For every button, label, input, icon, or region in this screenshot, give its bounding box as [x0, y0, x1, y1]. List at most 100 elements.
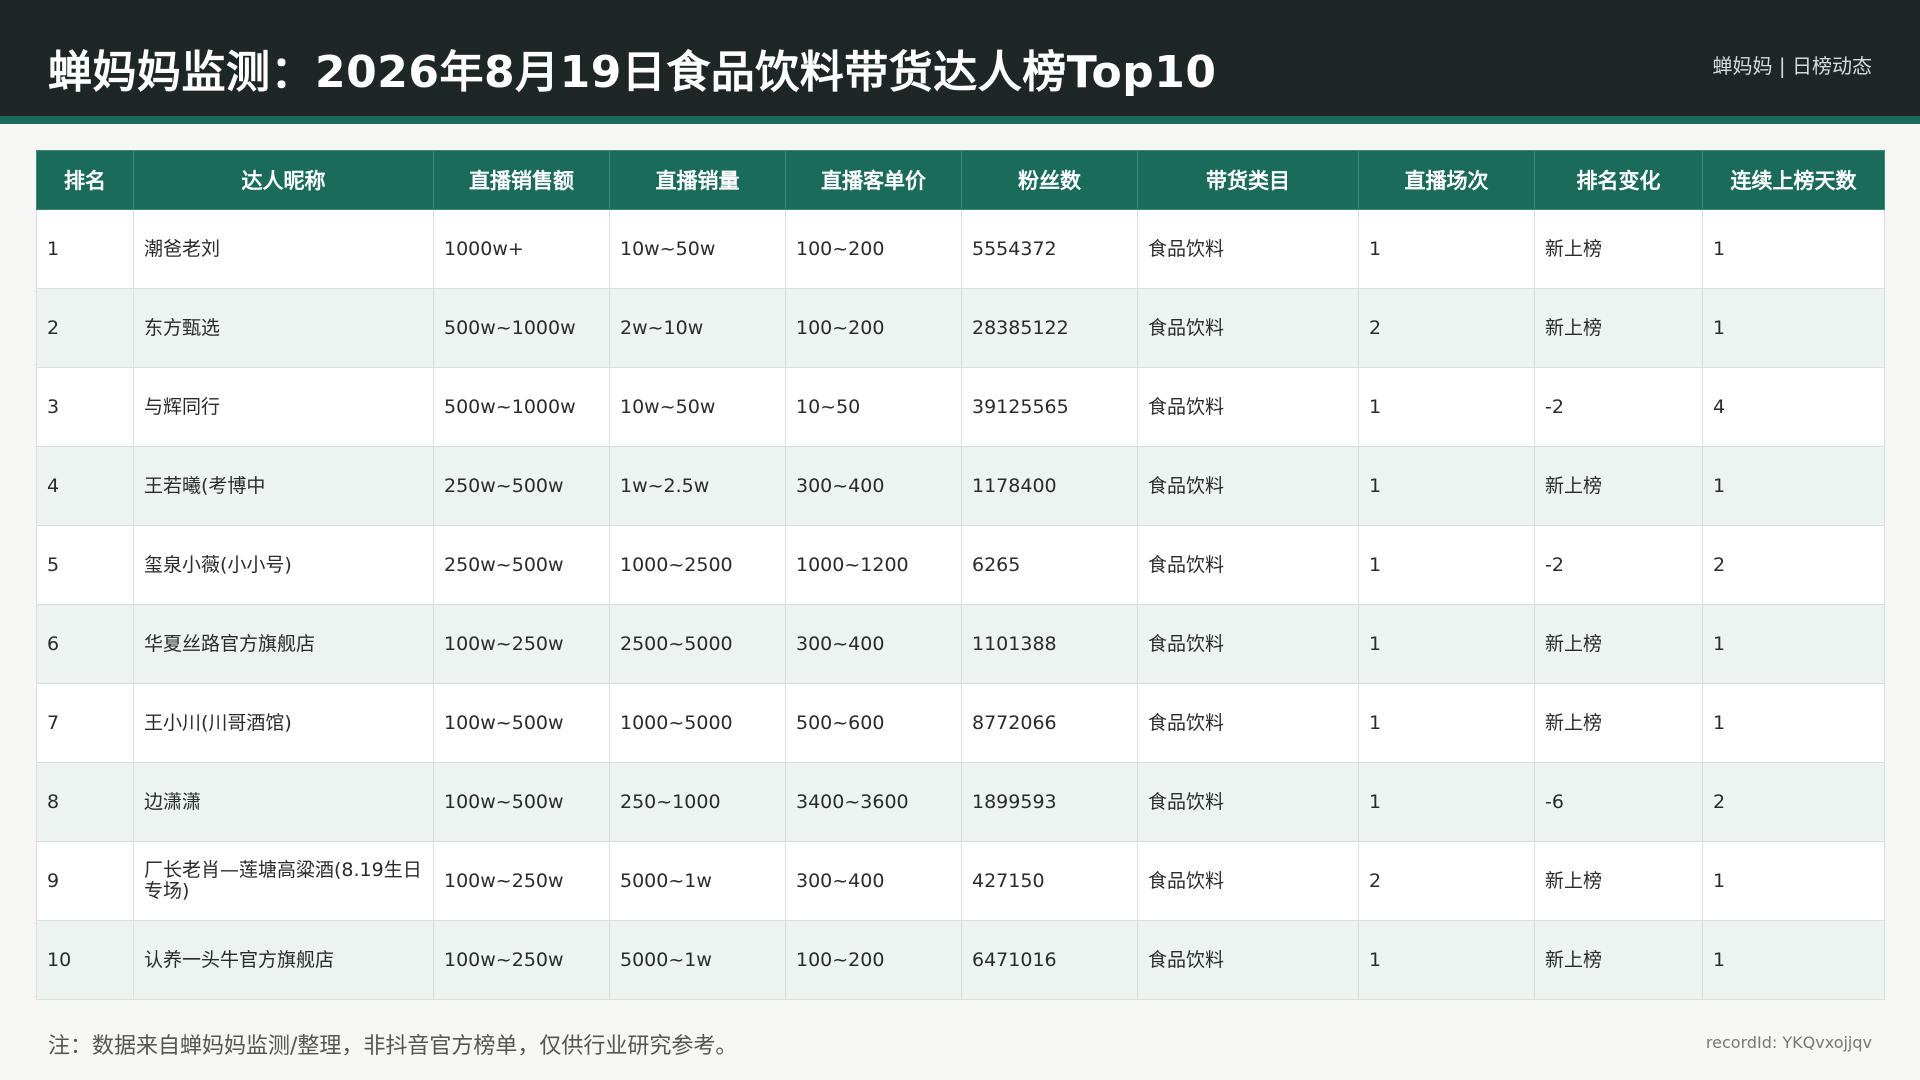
table-cell: 新上榜 [1534, 446, 1703, 526]
table-cell: 1 [1358, 367, 1535, 447]
table-cell: 1 [1702, 841, 1885, 921]
table-cell: 10w~50w [609, 367, 786, 447]
table-cell: 300~400 [785, 841, 962, 921]
table-cell: 100w~500w [433, 762, 610, 842]
table-cell: 1000~5000 [609, 683, 786, 763]
table-cell: 100w~250w [433, 920, 610, 1000]
table-cell: 100w~250w [433, 841, 610, 921]
table-cell: 100~200 [785, 920, 962, 1000]
table-cell: 500w~1000w [433, 288, 610, 368]
table-cell: 1 [36, 209, 134, 289]
table-cell: 6 [36, 604, 134, 684]
column-header: 直播场次 [1358, 150, 1535, 210]
table-cell: -2 [1534, 367, 1703, 447]
table-cell: 边潇潇 [133, 762, 434, 842]
table-cell: 2500~5000 [609, 604, 786, 684]
table-cell: 1000~1200 [785, 525, 962, 605]
table-cell: 1 [1358, 525, 1535, 605]
table-cell: 新上榜 [1534, 841, 1703, 921]
table-cell: 1899593 [961, 762, 1138, 842]
table-cell: 500~600 [785, 683, 962, 763]
table-cell: 10w~50w [609, 209, 786, 289]
table-row: 6 华夏丝路官方旗舰店 100w~250w 2500~5000 300~400 … [36, 604, 1885, 684]
table-cell: 100w~500w [433, 683, 610, 763]
table-cell: 500w~1000w [433, 367, 610, 447]
column-header: 排名 [36, 150, 134, 210]
table-cell: 厂长老肖—莲塘高粱酒(8.19生日专场) [133, 841, 434, 921]
ranking-table-container: 排名 达人昵称 直播销售额 直播销量 直播客单价 粉丝数 带货类目 直播场次 排… [36, 150, 1885, 1000]
table-row: 8 边潇潇 100w~500w 250~1000 3400~3600 18995… [36, 762, 1885, 842]
table-cell: 3 [36, 367, 134, 447]
table-cell: 1101388 [961, 604, 1138, 684]
column-header: 连续上榜天数 [1702, 150, 1885, 210]
table-cell: 9 [36, 841, 134, 921]
table-cell: 与辉同行 [133, 367, 434, 447]
table-cell: 2w~10w [609, 288, 786, 368]
table-row: 3 与辉同行 500w~1000w 10w~50w 10~50 39125565… [36, 367, 1885, 447]
table-cell: 1178400 [961, 446, 1138, 526]
table-cell: 2 [1702, 525, 1885, 605]
table-row: 7 王小川(川哥酒馆) 100w~500w 1000~5000 500~600 … [36, 683, 1885, 763]
table-cell: 250w~500w [433, 525, 610, 605]
table-cell: 潮爸老刘 [133, 209, 434, 289]
table-cell: 1 [1702, 209, 1885, 289]
table-cell: 2 [1358, 288, 1535, 368]
table-cell: -2 [1534, 525, 1703, 605]
table-cell: 食品饮料 [1137, 762, 1359, 842]
table-cell: 认养一头牛官方旗舰店 [133, 920, 434, 1000]
record-id: recordId: YKQvxojjqv [1705, 1033, 1872, 1052]
ranking-table: 排名 达人昵称 直播销售额 直播销量 直播客单价 粉丝数 带货类目 直播场次 排… [36, 150, 1885, 1000]
table-cell: 7 [36, 683, 134, 763]
page-title: 蝉妈妈监测：2026年8月19日食品饮料带货达人榜Top10 [48, 47, 1217, 98]
table-cell: 1 [1358, 604, 1535, 684]
table-cell: 1 [1358, 762, 1535, 842]
column-header: 粉丝数 [961, 150, 1138, 210]
table-cell: 1000~2500 [609, 525, 786, 605]
table-cell: 1 [1358, 209, 1535, 289]
table-cell: 食品饮料 [1137, 525, 1359, 605]
table-cell: 100~200 [785, 209, 962, 289]
table-cell: 300~400 [785, 604, 962, 684]
table-cell: 新上榜 [1534, 604, 1703, 684]
table-cell: 1000w+ [433, 209, 610, 289]
table-cell: 2 [1358, 841, 1535, 921]
table-cell: 食品饮料 [1137, 367, 1359, 447]
table-row: 2 东方甄选 500w~1000w 2w~10w 100~200 2838512… [36, 288, 1885, 368]
table-row: 4 王若曦(考博中 250w~500w 1w~2.5w 300~400 1178… [36, 446, 1885, 526]
table-cell: 5 [36, 525, 134, 605]
page-header: 蝉妈妈监测：2026年8月19日食品饮料带货达人榜Top10 蝉妈妈 | 日榜动… [0, 0, 1920, 116]
brand-label: 蝉妈妈 | 日榜动态 [1712, 54, 1872, 78]
table-cell: 1 [1702, 683, 1885, 763]
table-cell: 28385122 [961, 288, 1138, 368]
table-cell: -6 [1534, 762, 1703, 842]
table-cell: 王小川(川哥酒馆) [133, 683, 434, 763]
table-cell: 300~400 [785, 446, 962, 526]
table-cell: 1 [1358, 446, 1535, 526]
table-cell: 1 [1702, 920, 1885, 1000]
table-cell: 食品饮料 [1137, 446, 1359, 526]
table-cell: 新上榜 [1534, 288, 1703, 368]
table-cell: 8772066 [961, 683, 1138, 763]
table-cell: 2 [1702, 762, 1885, 842]
column-header: 带货类目 [1137, 150, 1359, 210]
column-header: 排名变化 [1534, 150, 1703, 210]
table-cell: 1 [1702, 288, 1885, 368]
footer-note: 注：数据来自蝉妈妈监测/整理，非抖音官方榜单，仅供行业研究参考。 [48, 1034, 738, 1059]
table-cell: 5554372 [961, 209, 1138, 289]
table-cell: 100~200 [785, 288, 962, 368]
table-cell: 食品饮料 [1137, 841, 1359, 921]
table-cell: 1w~2.5w [609, 446, 786, 526]
table-cell: 食品饮料 [1137, 920, 1359, 1000]
table-cell: 王若曦(考博中 [133, 446, 434, 526]
table-cell: 食品饮料 [1137, 209, 1359, 289]
table-cell: 250~1000 [609, 762, 786, 842]
table-cell: 5000~1w [609, 920, 786, 1000]
table-cell: 39125565 [961, 367, 1138, 447]
table-row: 10 认养一头牛官方旗舰店 100w~250w 5000~1w 100~200 … [36, 920, 1885, 1000]
table-cell: 1 [1358, 683, 1535, 763]
column-header: 达人昵称 [133, 150, 434, 210]
table-cell: 新上榜 [1534, 683, 1703, 763]
table-cell: 1 [1358, 920, 1535, 1000]
table-cell: 新上榜 [1534, 920, 1703, 1000]
table-cell: 新上榜 [1534, 209, 1703, 289]
